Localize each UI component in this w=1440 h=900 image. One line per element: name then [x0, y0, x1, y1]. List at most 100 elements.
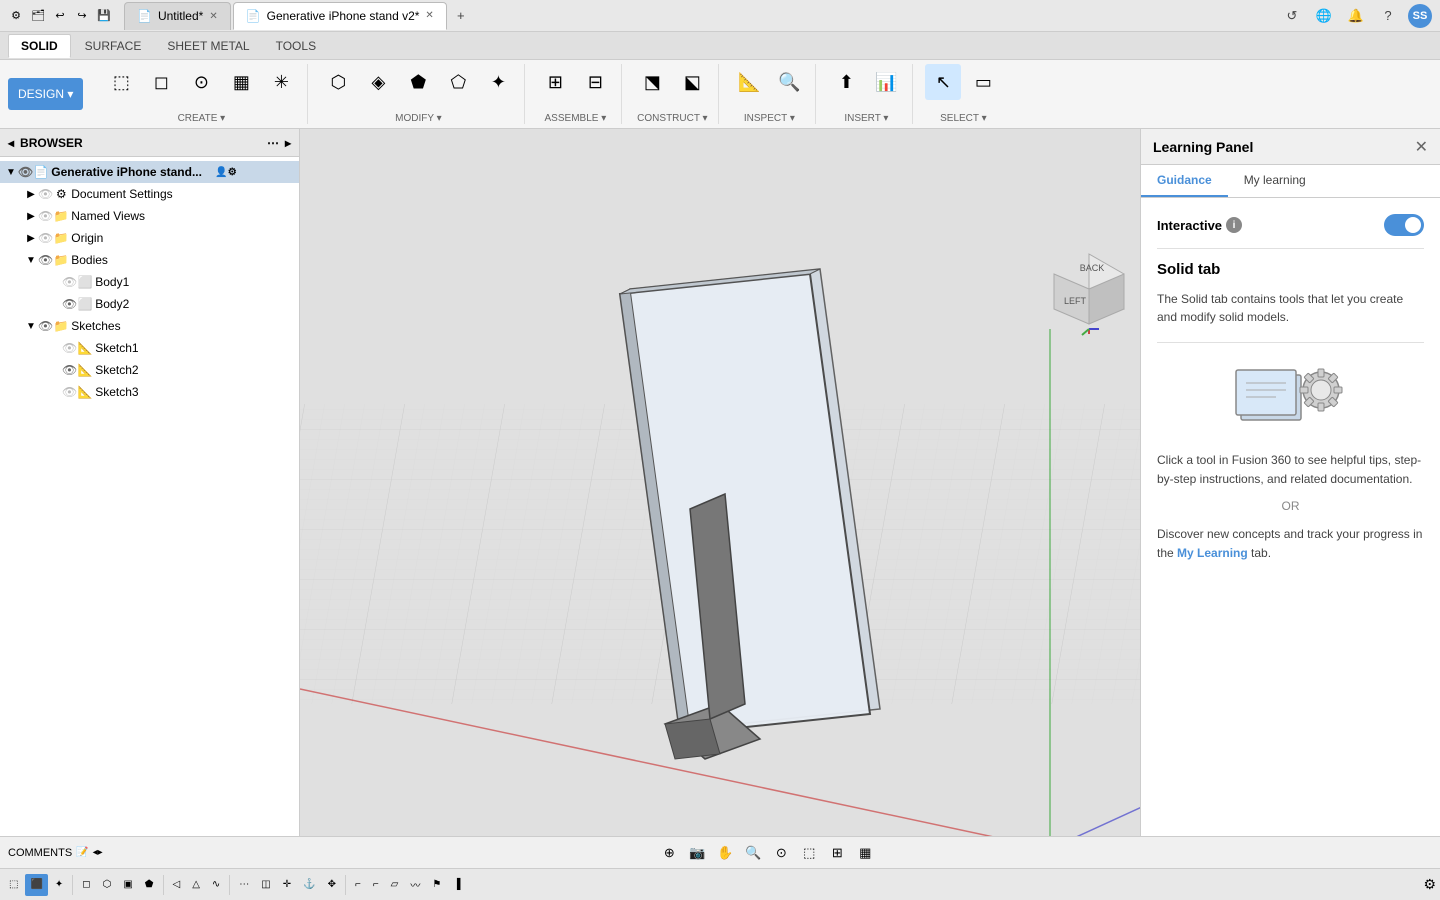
zoom-button[interactable]: 🔍 [741, 841, 765, 865]
insert-import-button[interactable]: ⬆ [828, 64, 864, 100]
modify-chamfer-button[interactable]: ⬟ [400, 64, 436, 100]
pan-button[interactable]: ✋ [713, 841, 737, 865]
create-extrude-button[interactable]: ◻ [143, 64, 179, 100]
browser-expand-icon[interactable]: ▸ [285, 136, 291, 150]
assemble-label[interactable]: ASSEMBLE ▾ [545, 113, 607, 124]
comments-expand-icon[interactable]: 📝 [76, 847, 88, 858]
modify-label[interactable]: MODIFY ▾ [395, 113, 442, 124]
tab-my-learning[interactable]: My learning [1228, 165, 1322, 197]
tree-item-doc-settings[interactable]: ▶ 👁 ⚙ Document Settings [0, 183, 299, 205]
browser-options-icon[interactable]: ⋯ [267, 136, 279, 150]
browser-collapse-icon[interactable]: ◂ [8, 136, 14, 150]
undo-button[interactable]: ↩ [52, 8, 68, 24]
info-icon[interactable]: i [1226, 217, 1242, 233]
tree-item-body1[interactable]: ▶ 👁 ⬜ Body1 [0, 271, 299, 293]
user-avatar[interactable]: SS [1408, 4, 1432, 28]
interactive-toggle[interactable] [1384, 214, 1424, 236]
tree-expand-named-views[interactable]: ▶ [24, 209, 38, 223]
tree-expand-root[interactable]: ▼ [4, 165, 18, 179]
tree-eye-doc-settings[interactable]: 👁 [38, 187, 53, 201]
tree-item-named-views[interactable]: ▶ 👁 📁 Named Views [0, 205, 299, 227]
tree-expand-doc-settings[interactable]: ▶ [24, 187, 38, 201]
vb-move-btn[interactable]: ✥ [323, 874, 341, 896]
insert-label[interactable]: INSERT ▾ [844, 113, 888, 124]
tree-item-sketch3[interactable]: ▶ 👁 📐 Sketch3 [0, 381, 299, 403]
tab-guidance[interactable]: Guidance [1141, 165, 1228, 197]
inspect-section-button[interactable]: 🔍 [771, 64, 807, 100]
create-revolve-button[interactable]: ⊙ [183, 64, 219, 100]
layout-button[interactable]: ▦ [853, 841, 877, 865]
vb-diamond-btn[interactable]: ⬟ [140, 874, 159, 896]
construct-plane-button[interactable]: ⬔ [634, 64, 670, 100]
vb-hex-btn[interactable]: ⬡ [98, 874, 117, 896]
vb-corner-btn[interactable]: ⌐ [350, 874, 366, 896]
vb-star-btn[interactable]: ✦ [50, 874, 68, 896]
insert-decal-button[interactable]: 📊 [868, 64, 904, 100]
create-sweep-button[interactable]: ▦ [223, 64, 259, 100]
tab-solid[interactable]: SOLID [8, 34, 71, 58]
create-label[interactable]: CREATE ▾ [178, 113, 226, 124]
construct-axis-button[interactable]: ⬕ [674, 64, 710, 100]
tree-item-root[interactable]: ▼ 👁 📄 Generative iPhone stand... 👤 ⚙ [0, 161, 299, 183]
orbit-button[interactable]: ⊙ [769, 841, 793, 865]
grid-button[interactable]: ⊞ [825, 841, 849, 865]
assemble-motion-button[interactable]: ⊟ [577, 64, 613, 100]
vb-arrow-left-btn[interactable]: ◁ [168, 874, 186, 896]
tree-eye-sketch2[interactable]: 👁 [62, 363, 77, 377]
nav-refresh-button[interactable]: ↺ [1280, 4, 1304, 28]
comments-arrows[interactable]: ◂▸ [93, 847, 103, 858]
save-button[interactable]: 💾 [96, 8, 112, 24]
tree-item-sketch1[interactable]: ▶ 👁 📐 Sketch1 [0, 337, 299, 359]
notification-button[interactable]: 🔔 [1344, 4, 1368, 28]
tree-expand-bodies[interactable]: ▼ [24, 253, 38, 267]
tree-eye-origin[interactable]: 👁 [38, 231, 53, 245]
modify-press-pull-button[interactable]: ⬡ [320, 64, 356, 100]
tree-eye-sketch1[interactable]: 👁 [62, 341, 77, 355]
tree-item-sketch2[interactable]: ▶ 👁 📐 Sketch2 [0, 359, 299, 381]
vb-curve-btn[interactable]: ∿ [207, 874, 225, 896]
tab-sheet-metal[interactable]: SHEET METAL [155, 35, 261, 57]
vb-sketch-btn[interactable]: ⬚ [4, 874, 23, 896]
vb-shape-btn[interactable]: ▱ [386, 874, 404, 896]
vb-bar-btn[interactable]: ▐ [448, 874, 465, 896]
vb-grid-btn[interactable]: ▣ [118, 874, 137, 896]
vb-dotted-btn[interactable]: ⋯ [234, 874, 254, 896]
select-label[interactable]: SELECT ▾ [940, 113, 987, 124]
tab-surface[interactable]: SURFACE [73, 35, 154, 57]
tree-expand-sketches[interactable]: ▼ [24, 319, 38, 333]
vb-triangle-btn[interactable]: △ [187, 874, 205, 896]
tree-item-origin[interactable]: ▶ 👁 📁 Origin [0, 227, 299, 249]
my-learning-link[interactable]: My Learning [1177, 546, 1248, 560]
tab-close[interactable]: ✕ [209, 11, 217, 22]
tree-eye-body2[interactable]: 👁 [62, 297, 77, 311]
tree-item-body2[interactable]: ▶ 👁 ⬜ Body2 [0, 293, 299, 315]
tree-eye-sketches[interactable]: 👁 [38, 319, 53, 333]
vb-section-btn[interactable]: ◫ [256, 874, 275, 896]
help-button[interactable]: ? [1376, 4, 1400, 28]
display-settings-button[interactable]: ⬚ [797, 841, 821, 865]
tree-item-sketches[interactable]: ▼ 👁 📁 Sketches [0, 315, 299, 337]
tree-settings-icon[interactable]: ⚙ [228, 167, 237, 178]
select-button[interactable]: ↖ [925, 64, 961, 100]
tab-tools[interactable]: TOOLS [264, 35, 328, 57]
tree-share-icon[interactable]: 👤 [215, 167, 227, 178]
tree-eye-sketch3[interactable]: 👁 [62, 385, 77, 399]
assemble-joint-button[interactable]: ⊞ [537, 64, 573, 100]
vb-solid-btn[interactable]: ⬛ [25, 874, 47, 896]
viewport[interactable]: BACK LEFT [300, 129, 1140, 836]
select-box-button[interactable]: ▭ [965, 64, 1001, 100]
tree-eye-bodies[interactable]: 👁 [38, 253, 53, 267]
vb-wave-btn[interactable]: 〰 [405, 874, 425, 896]
view-cube[interactable]: BACK LEFT [1044, 249, 1124, 329]
tree-item-bodies[interactable]: ▼ 👁 📁 Bodies [0, 249, 299, 271]
nav-globe-button[interactable]: 🌐 [1312, 4, 1336, 28]
file-icon[interactable]: 🗂 [30, 8, 46, 24]
tab-generative[interactable]: 📄 Generative iPhone stand v2* ✕ [233, 2, 447, 30]
inspect-label[interactable]: INSPECT ▾ [744, 113, 795, 124]
inspect-measure-button[interactable]: 📐 [731, 64, 767, 100]
modify-shell-button[interactable]: ⬠ [440, 64, 476, 100]
modify-more-button[interactable]: ✦ [480, 64, 516, 100]
tab-untitled[interactable]: 📄 Untitled* ✕ [124, 2, 231, 30]
construct-label[interactable]: CONSTRUCT ▾ [637, 113, 707, 124]
tree-eye-named-views[interactable]: 👁 [38, 209, 53, 223]
